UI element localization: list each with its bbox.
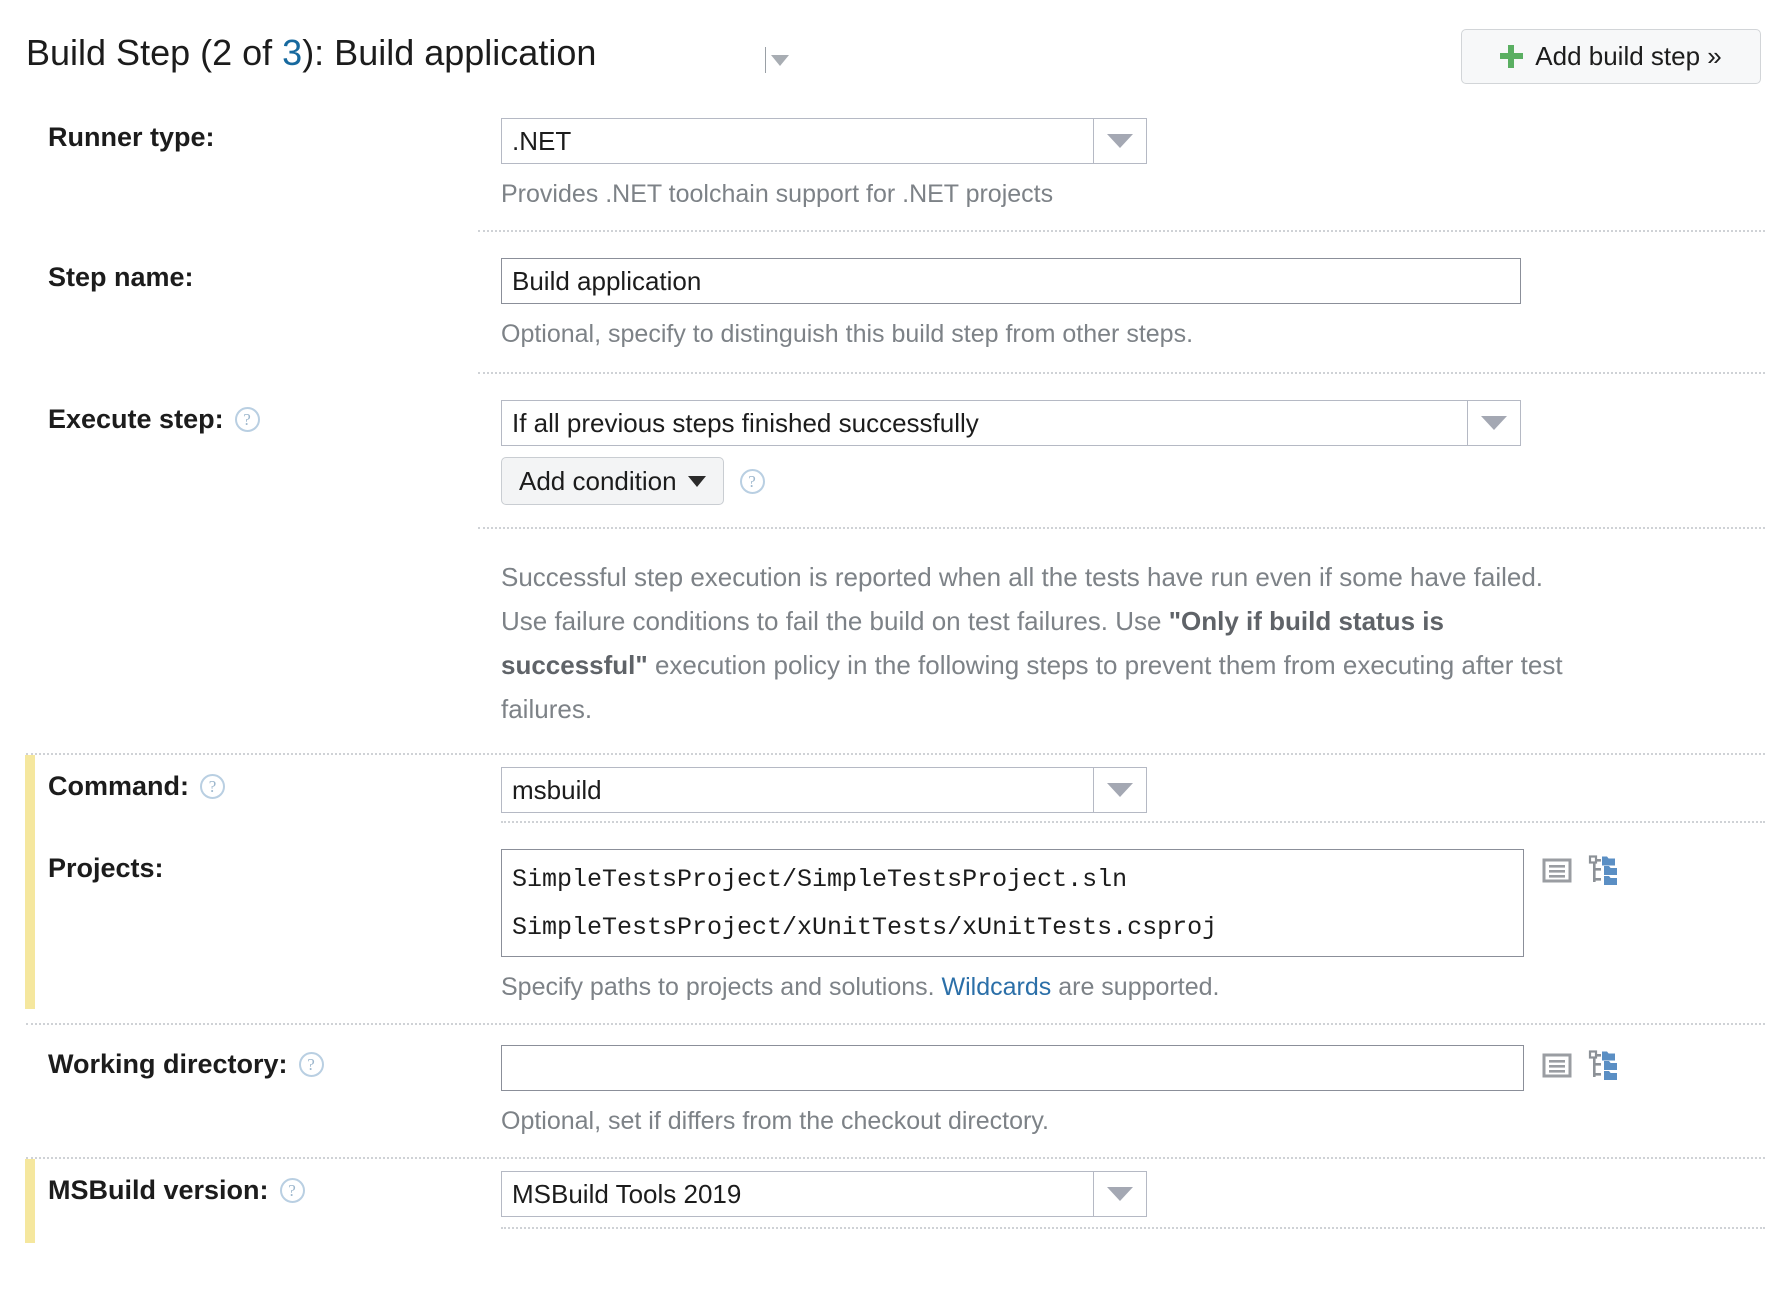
command-label: Command: [48, 771, 189, 802]
runner-type-hint: Provides .NET toolchain support for .NET… [501, 172, 1765, 216]
msbuild-version-field-cell: MSBuild Tools 2019 [501, 1159, 1791, 1217]
command-field-cell: msbuild [501, 755, 1791, 813]
projects-label: Projects: [48, 853, 164, 884]
step-name-label: Step name: [48, 262, 194, 293]
help-icon[interactable]: ? [280, 1178, 305, 1203]
working-directory-label: Working directory: [48, 1049, 288, 1080]
working-directory-hint: Optional, set if differs from the checko… [501, 1099, 1765, 1143]
build-step-form-page: Build Step (2 of 3): Build application A… [0, 0, 1791, 1299]
chevron-down-icon [1107, 134, 1133, 148]
projects-field-cell: SimpleTestsProject/SimpleTestsProject.sl… [501, 837, 1791, 1009]
runner-type-select[interactable]: .NET [501, 118, 1147, 164]
runner-type-field-cell: .NET Provides .NET toolchain support for… [501, 106, 1791, 216]
working-directory-field-cell: Optional, set if differs from the checko… [501, 1033, 1791, 1143]
execute-step-label-cell: Execute step: ? [26, 388, 501, 435]
build-step-form: Runner type: .NET Provides .NET toolchai… [0, 106, 1791, 1243]
runner-type-label: Runner type: [48, 122, 215, 153]
execute-step-dropdown-arrow[interactable] [1467, 400, 1521, 446]
execute-step-description-row: Successful step execution is reported wh… [0, 543, 1791, 731]
projects-field-icons [1542, 849, 1620, 887]
title-menu-divider [765, 47, 766, 73]
description-cell: Successful step execution is reported wh… [501, 543, 1791, 731]
add-build-step-label: Add build step » [1535, 41, 1721, 72]
chevron-down-icon [1107, 1187, 1133, 1201]
step-name-label-cell: Step name: [26, 246, 501, 293]
working-directory-label-cell: Working directory: ? [26, 1033, 501, 1080]
help-icon[interactable]: ? [740, 469, 765, 494]
msbuild-divider-row [0, 1227, 1791, 1243]
edit-lines-icon[interactable] [1542, 1050, 1572, 1080]
projects-hint-part-1: Specify paths to projects and solutions. [501, 973, 942, 1001]
execute-step-label: Execute step: [48, 404, 224, 435]
command-select-value[interactable]: msbuild [501, 767, 1093, 813]
msbuild-version-select-value[interactable]: MSBuild Tools 2019 [501, 1171, 1093, 1217]
msbuild-version-label: MSBuild version: [48, 1175, 269, 1206]
working-directory-input[interactable] [501, 1045, 1524, 1091]
execute-step-field-cell: If all previous steps finished successfu… [501, 388, 1791, 505]
folder-tree-icon[interactable] [1588, 855, 1620, 887]
working-directory-input-group [501, 1045, 1765, 1091]
projects-label-cell: Projects: [26, 837, 501, 884]
field-row-execute-step: Execute step: ? If all previous steps fi… [0, 388, 1791, 505]
help-icon[interactable]: ? [200, 774, 225, 799]
runner-type-dropdown-arrow[interactable] [1093, 118, 1147, 164]
field-row-projects: Projects: SimpleTestsProject/SimpleTests… [0, 837, 1791, 1009]
step-name-hint: Optional, specify to distinguish this bu… [501, 312, 1765, 356]
msbuild-version-select[interactable]: MSBuild Tools 2019 [501, 1171, 1147, 1217]
divider [501, 821, 1765, 823]
folder-tree-icon[interactable] [1588, 1050, 1620, 1082]
edit-lines-icon[interactable] [1542, 855, 1572, 885]
step-name-field-cell: Optional, specify to distinguish this bu… [501, 246, 1791, 356]
command-select[interactable]: msbuild [501, 767, 1147, 813]
msbuild-version-label-cell: MSBuild version: ? [26, 1159, 501, 1206]
working-directory-field-icons [1542, 1045, 1620, 1082]
plus-icon [1500, 45, 1523, 68]
projects-input-group: SimpleTestsProject/SimpleTestsProject.sl… [501, 849, 1765, 957]
page-title-prefix: Build Step (2 of [26, 32, 282, 73]
page-header: Build Step (2 of 3): Build application A… [0, 0, 1791, 106]
execute-step-description: Successful step execution is reported wh… [501, 555, 1571, 731]
command-label-cell: Command: ? [26, 755, 501, 802]
description-label-spacer [26, 543, 501, 559]
chevron-down-icon [1481, 416, 1507, 430]
divider [478, 527, 1765, 529]
projects-hint: Specify paths to projects and solutions.… [501, 965, 1765, 1009]
field-row-command: Command: ? msbuild [0, 755, 1791, 821]
help-icon[interactable]: ? [235, 407, 260, 432]
chevron-down-icon [1107, 783, 1133, 797]
wildcards-link[interactable]: Wildcards [942, 973, 1052, 1001]
description-part-2: execution policy in the following steps … [501, 650, 1563, 724]
field-row-msbuild-version: MSBuild version: ? MSBuild Tools 2019 [0, 1159, 1791, 1227]
add-condition-label: Add condition [519, 466, 677, 497]
add-build-step-button[interactable]: Add build step » [1461, 29, 1761, 84]
title-menu-toggle[interactable] [765, 46, 789, 74]
divider-cell [501, 821, 1791, 823]
runner-type-select-value[interactable]: .NET [501, 118, 1093, 164]
chevron-down-icon [688, 476, 706, 487]
chevron-down-icon [771, 55, 789, 66]
page-title-suffix: ): Build application [302, 32, 596, 73]
divider [478, 372, 1765, 374]
projects-hint-part-2: are supported. [1051, 973, 1219, 1001]
add-condition-button[interactable]: Add condition [501, 457, 724, 505]
add-condition-row: Add condition ? [501, 446, 1765, 505]
command-divider-row [0, 821, 1791, 837]
runner-type-label-cell: Runner type: [26, 106, 501, 153]
field-row-working-directory: Working directory: ? [0, 1033, 1791, 1143]
execute-step-select[interactable]: If all previous steps finished successfu… [501, 400, 1521, 446]
field-row-runner-type: Runner type: .NET Provides .NET toolchai… [0, 106, 1791, 216]
help-icon[interactable]: ? [299, 1052, 324, 1077]
divider [478, 230, 1765, 232]
step-count-link[interactable]: 3 [282, 32, 302, 73]
execute-step-select-value[interactable]: If all previous steps finished successfu… [501, 400, 1467, 446]
divider-cell [501, 1227, 1791, 1229]
step-name-input[interactable] [501, 258, 1521, 304]
msbuild-version-dropdown-arrow[interactable] [1093, 1171, 1147, 1217]
command-dropdown-arrow[interactable] [1093, 767, 1147, 813]
page-title: Build Step (2 of 3): Build application [26, 32, 596, 74]
divider [26, 1023, 1765, 1025]
projects-textarea[interactable]: SimpleTestsProject/SimpleTestsProject.sl… [501, 849, 1524, 957]
field-row-step-name: Step name: Optional, specify to distingu… [0, 246, 1791, 356]
divider [501, 1227, 1765, 1229]
